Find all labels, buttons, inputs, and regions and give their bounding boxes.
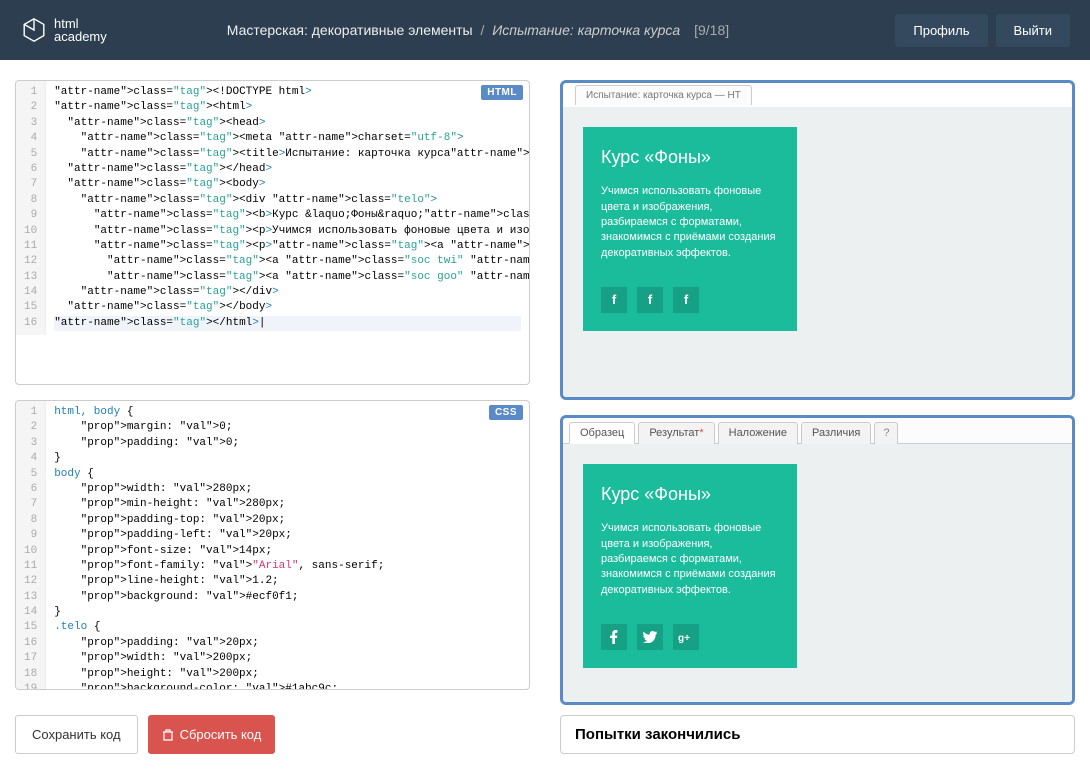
compare-panel: ОбразецРезультат*НаложениеРазличия? Курс… bbox=[560, 415, 1075, 705]
trash-icon bbox=[162, 729, 174, 741]
compare-tab-3[interactable]: Различия bbox=[801, 422, 871, 444]
logout-button[interactable]: Выйти bbox=[996, 14, 1071, 47]
css-badge: CSS bbox=[489, 405, 523, 420]
logo-text: html academy bbox=[54, 17, 107, 43]
css-code-lines[interactable]: html, body { "prop">margin: "val">0; "pr… bbox=[46, 401, 529, 690]
save-button[interactable]: Сохранить код bbox=[15, 715, 138, 754]
css-editor[interactable]: CSS 123456789101112131415161718192021222… bbox=[15, 400, 530, 690]
ref-social-row: g+ bbox=[601, 624, 779, 650]
social-icon[interactable]: f bbox=[601, 287, 627, 313]
compare-tabs: ОбразецРезультат*НаложениеРазличия? bbox=[563, 418, 1072, 444]
top-bar: html academy Мастерская: декоративные эл… bbox=[0, 0, 1090, 60]
social-icon[interactable]: f bbox=[637, 287, 663, 313]
attempts-message: Попытки закончились bbox=[560, 715, 1075, 754]
reference-card: Курс «Фоны» Учимся использовать фоновые … bbox=[583, 464, 797, 668]
logo[interactable]: html academy bbox=[20, 16, 107, 44]
html-gutter: 12345678910111213141516 bbox=[16, 81, 46, 335]
ref-social-icon bbox=[637, 624, 663, 650]
ref-social-icon bbox=[601, 624, 627, 650]
compare-tab-1[interactable]: Результат* bbox=[638, 422, 714, 444]
compare-tab-2[interactable]: Наложение bbox=[718, 422, 798, 444]
preview-card: Курс «Фоны» Учимся использовать фоновые … bbox=[583, 127, 797, 331]
result-preview: Испытание: карточка курса — HT Курс «Фон… bbox=[560, 80, 1075, 400]
social-row: fff bbox=[601, 287, 779, 313]
card-text: Учимся использовать фоновые цвета и изоб… bbox=[601, 184, 779, 261]
social-icon[interactable]: f bbox=[673, 287, 699, 313]
svg-text:g+: g+ bbox=[678, 633, 690, 643]
ref-card-title: Курс «Фоны» bbox=[601, 482, 779, 507]
card-title: Курс «Фоны» bbox=[601, 145, 779, 170]
ref-card-text: Учимся использовать фоновые цвета и изоб… bbox=[601, 521, 779, 598]
breadcrumb: Мастерская: декоративные элементы / Испы… bbox=[227, 22, 896, 38]
html-editor[interactable]: HTML 12345678910111213141516 "attr-name"… bbox=[15, 80, 530, 385]
preview-tab-title: Испытание: карточка курса — HT bbox=[575, 85, 752, 105]
profile-button[interactable]: Профиль bbox=[895, 14, 987, 47]
compare-help[interactable]: ? bbox=[874, 422, 898, 444]
compare-tab-0[interactable]: Образец bbox=[569, 422, 635, 444]
breadcrumb-part2[interactable]: Испытание: карточка курса bbox=[492, 22, 680, 38]
html-code-lines[interactable]: "attr-name">class="tag"><!DOCTYPE html>"… bbox=[46, 81, 529, 335]
logo-icon bbox=[20, 16, 48, 44]
css-gutter: 1234567891011121314151617181920212223242… bbox=[16, 401, 46, 690]
reset-button[interactable]: Сбросить код bbox=[148, 715, 276, 754]
ref-social-icon: g+ bbox=[673, 624, 699, 650]
breadcrumb-part1[interactable]: Мастерская: декоративные элементы bbox=[227, 22, 473, 38]
html-badge: HTML bbox=[481, 85, 523, 100]
progress-counter: [9/18] bbox=[694, 22, 729, 38]
